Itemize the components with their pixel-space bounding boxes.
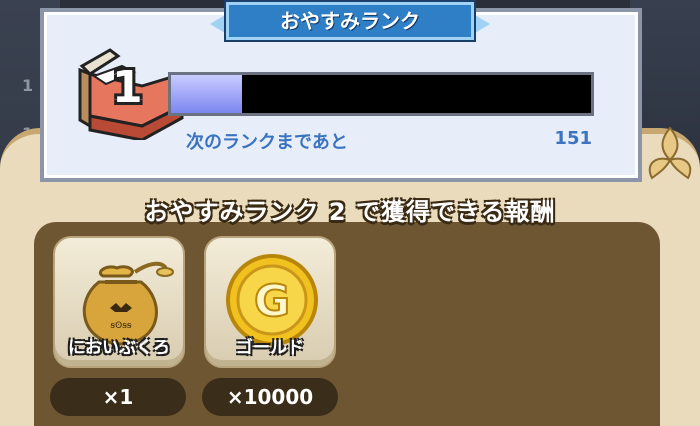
svg-text:G: G bbox=[254, 276, 290, 327]
reward-item-gold[interactable]: G ゴールド bbox=[204, 236, 336, 368]
reward-item-name: においぶくろ bbox=[68, 338, 170, 358]
background-number: 1 bbox=[22, 76, 34, 95]
reward-quantity: ×10000 bbox=[202, 378, 338, 416]
rank-progress-bar bbox=[168, 72, 594, 116]
fleur-ornament-icon bbox=[648, 126, 692, 180]
rank-progress-fill bbox=[171, 75, 243, 113]
current-rank-number: 1 bbox=[112, 62, 143, 113]
reward-item-name: ゴールド bbox=[236, 338, 304, 358]
reward-item-scent-bag[interactable]: ꞩʘꞩꞩ においぶくろ bbox=[53, 236, 185, 368]
rewards-title: おやすみランク 2 で獲得できる報酬 bbox=[144, 198, 556, 226]
next-rank-label: 次のランクまであと bbox=[186, 132, 348, 153]
svg-text:ꞩʘꞩꞩ: ꞩʘꞩꞩ bbox=[110, 321, 131, 331]
reward-quantity: ×1 bbox=[50, 378, 186, 416]
next-rank-remaining: 151 bbox=[554, 128, 592, 149]
rank-banner-title: おやすみランク bbox=[226, 2, 474, 40]
